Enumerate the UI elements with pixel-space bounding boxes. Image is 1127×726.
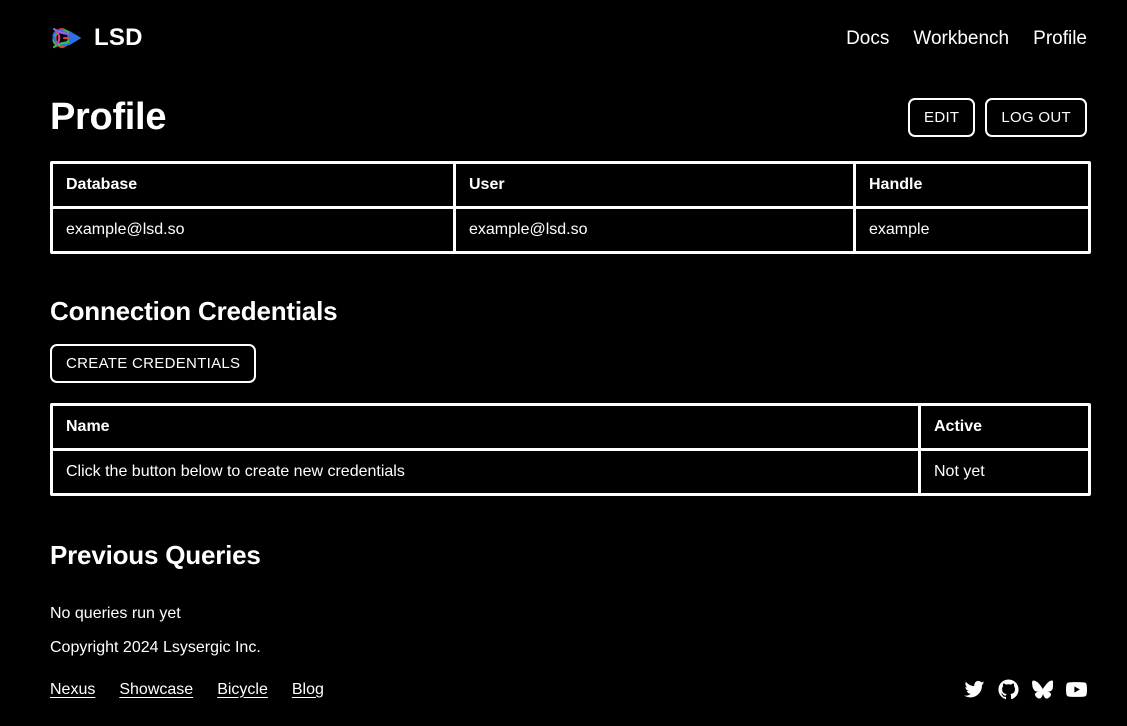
table-row: example@lsd.so example@lsd.so example: [53, 209, 1088, 251]
cell-user: example@lsd.so: [453, 209, 853, 251]
nav-link-profile[interactable]: Profile: [1033, 29, 1087, 48]
footer-link-nexus[interactable]: Nexus: [50, 681, 95, 698]
edit-button[interactable]: EDIT: [908, 97, 976, 137]
cell-handle: example: [853, 209, 1088, 251]
create-credentials-button[interactable]: CREATE CREDENTIALS: [50, 344, 257, 383]
cell-credential-name: Click the button below to create new cre…: [53, 451, 918, 493]
section-heading-previous-queries: Previous Queries: [50, 540, 261, 570]
github-icon[interactable]: [998, 679, 1019, 700]
brand-name: LSD: [94, 24, 143, 51]
log-out-button[interactable]: LOG OUT: [985, 97, 1087, 137]
nav-link-docs[interactable]: Docs: [846, 29, 889, 48]
section-heading-credentials: Connection Credentials: [50, 296, 338, 326]
youtube-icon[interactable]: [1066, 679, 1087, 700]
create-credentials-wrap: CREATE CREDENTIALS: [50, 344, 1087, 383]
copyright-text: Copyright 2024 Lsysergic Inc.: [50, 639, 261, 656]
table-header-row: Name Active: [53, 406, 1088, 451]
footer-link-showcase[interactable]: Showcase: [119, 681, 193, 698]
brand[interactable]: LSD: [50, 20, 143, 56]
footer-bottom: Nexus Showcase Bicycle Blog: [50, 679, 1087, 700]
twitter-icon[interactable]: [964, 679, 985, 700]
table-row: Click the button below to create new cre…: [53, 451, 1088, 493]
credentials-table: Name Active Click the button below to cr…: [50, 403, 1091, 496]
cell-database: example@lsd.so: [53, 209, 453, 251]
credentials-table-wrap: Name Active Click the button below to cr…: [50, 403, 1091, 496]
social-links: [964, 679, 1087, 700]
footer-link-bicycle[interactable]: Bicycle: [217, 681, 268, 698]
nav-link-workbench[interactable]: Workbench: [913, 29, 1009, 48]
previous-queries-empty-text: No queries run yet: [50, 605, 181, 622]
main-nav: Docs Workbench Profile: [846, 29, 1087, 48]
site-header: LSD Docs Workbench Profile: [0, 0, 1127, 76]
column-header-handle: Handle: [853, 164, 1088, 209]
bluesky-icon[interactable]: [1032, 679, 1053, 700]
site-footer: Copyright 2024 Lsysergic Inc. Nexus Show…: [0, 640, 1127, 700]
page-title: Profile: [50, 96, 167, 138]
column-header-user: User: [453, 164, 853, 209]
profile-table: Database User Handle example@lsd.so exam…: [50, 161, 1091, 254]
footer-links: Nexus Showcase Bicycle Blog: [50, 681, 324, 698]
footer-link-blog[interactable]: Blog: [292, 681, 324, 698]
column-header-name: Name: [53, 406, 918, 451]
page-actions: EDIT LOG OUT: [908, 97, 1087, 137]
table-header-row: Database User Handle: [53, 164, 1088, 209]
main-content: Profile EDIT LOG OUT Database User Handl…: [0, 76, 1127, 622]
page-title-row: Profile EDIT LOG OUT: [50, 76, 1087, 158]
profile-page: LSD Docs Workbench Profile Profile EDIT …: [0, 0, 1127, 726]
lsd-molecule-logo-icon: [52, 27, 82, 49]
column-header-database: Database: [53, 164, 453, 209]
cell-credential-active: Not yet: [918, 451, 1088, 493]
column-header-active: Active: [918, 406, 1088, 451]
